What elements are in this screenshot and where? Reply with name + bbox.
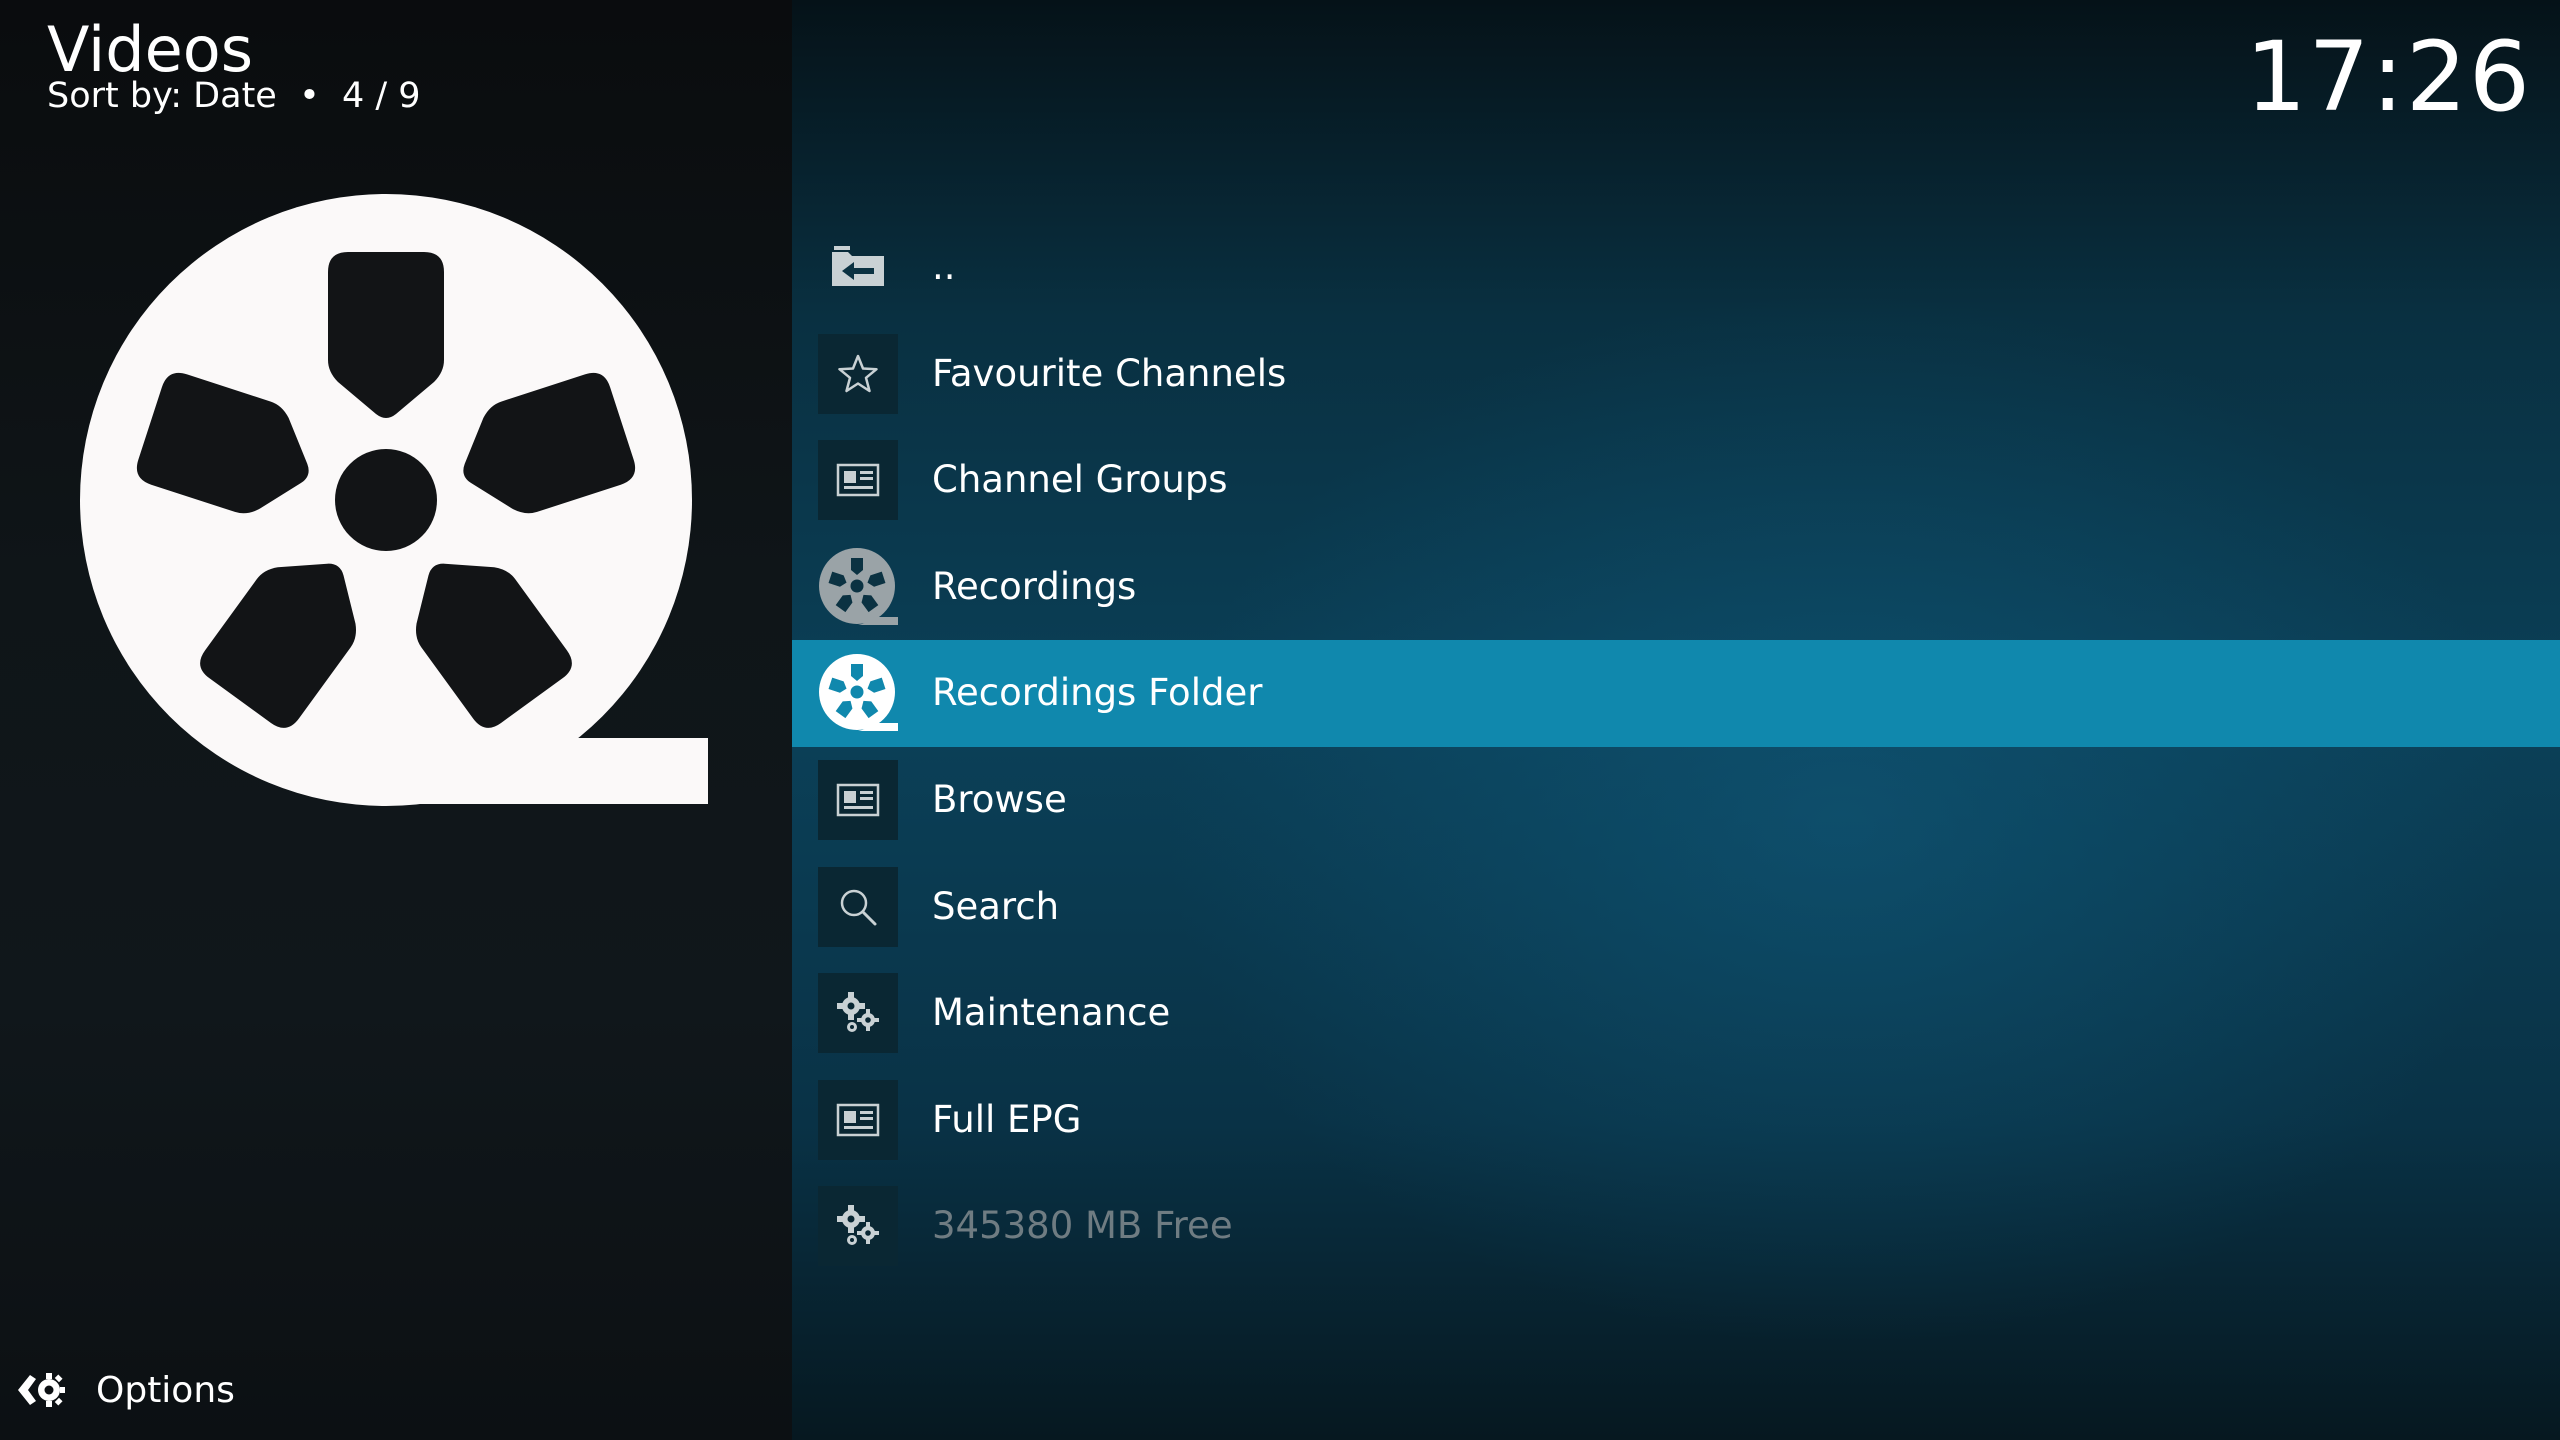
- options-label: Options: [96, 1369, 235, 1411]
- star-icon: [818, 333, 898, 414]
- folder-back-icon: [818, 227, 898, 307]
- options-gear-icon: [18, 1373, 65, 1407]
- gears-icon: [818, 973, 898, 1054]
- list-item-recordings[interactable]: Recordings: [792, 534, 2560, 641]
- info-panel: Videos Sort by: Date • 4 / 9 Options: [0, 0, 792, 1440]
- list-item-label: Browse: [932, 777, 1067, 821]
- list-item-search[interactable]: Search: [792, 854, 2560, 961]
- search-icon: [818, 866, 898, 947]
- list-item-free-space[interactable]: 345380 MB Free: [792, 1173, 2560, 1280]
- list-item-label: Favourite Channels: [932, 351, 1287, 395]
- list-item-favourite-channels[interactable]: Favourite Channels: [792, 321, 2560, 428]
- gears-icon: [818, 1186, 898, 1267]
- list-item-browse[interactable]: Browse: [792, 747, 2560, 854]
- clock: 17:26: [2245, 21, 2532, 133]
- list-item-label: 345380 MB Free: [932, 1204, 1233, 1248]
- list-item-label: ..: [932, 245, 956, 288]
- list-view-icon: [818, 440, 898, 521]
- film-reel-icon: [818, 653, 898, 733]
- list-item-label: Recordings Folder: [932, 671, 1263, 715]
- list-item-label: Channel Groups: [932, 458, 1228, 502]
- list-item-label: Recordings: [932, 564, 1137, 608]
- film-reel-artwork: [80, 194, 708, 806]
- list-item-maintenance[interactable]: Maintenance: [792, 960, 2560, 1067]
- list-item-channel-groups[interactable]: Channel Groups: [792, 427, 2560, 534]
- list-item-full-epg[interactable]: Full EPG: [792, 1067, 2560, 1174]
- list-item-label: Search: [932, 884, 1060, 928]
- file-list-panel: 17:26 .. Favourite Channels Channel Grou…: [792, 0, 2560, 1440]
- list-item-label: Maintenance: [932, 991, 1171, 1035]
- list-item-parent-folder[interactable]: ..: [792, 214, 2560, 321]
- options-button[interactable]: Options: [16, 1362, 235, 1418]
- film-reel-icon: [818, 547, 898, 627]
- list-view-icon: [818, 1079, 898, 1160]
- list-item-label: Full EPG: [932, 1097, 1082, 1141]
- item-list: .. Favourite Channels Channel Groups Rec…: [792, 214, 2560, 1280]
- sort-info: Sort by: Date • 4 / 9: [47, 76, 421, 116]
- kodi-videos-screen: Videos Sort by: Date • 4 / 9 Options 17:…: [0, 0, 2560, 1440]
- list-view-icon: [818, 759, 898, 840]
- list-item-recordings-folder[interactable]: Recordings Folder: [792, 640, 2560, 747]
